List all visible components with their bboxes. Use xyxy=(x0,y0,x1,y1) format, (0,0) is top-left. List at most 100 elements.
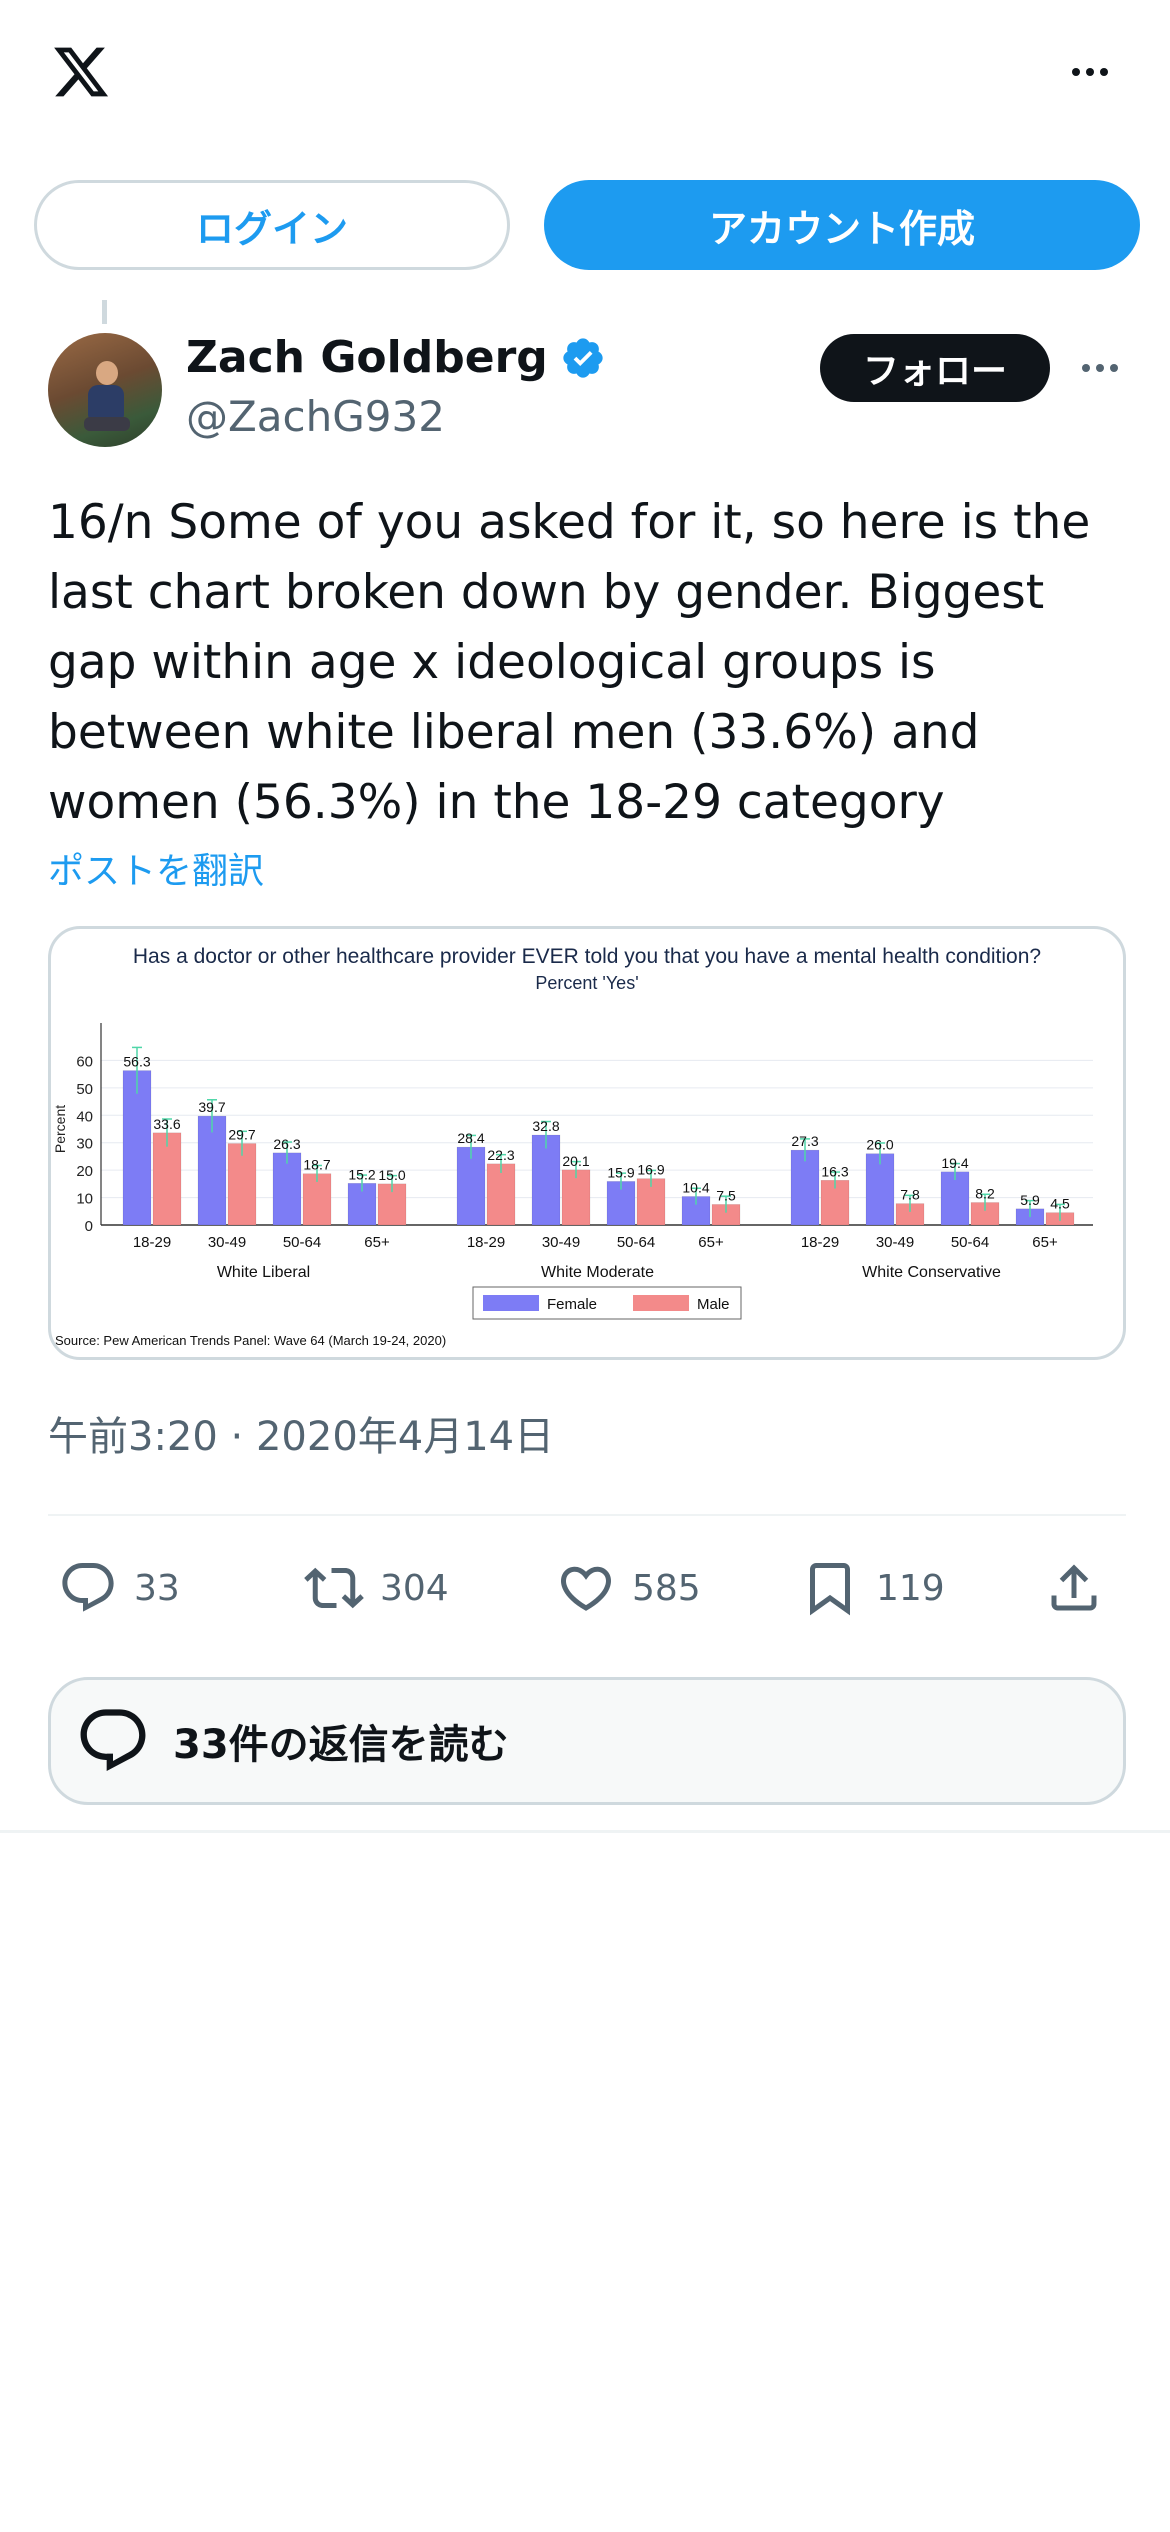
author-name[interactable]: Zach Goldberg xyxy=(186,332,548,383)
legend-swatch xyxy=(483,1295,539,1311)
thread-line xyxy=(102,300,107,324)
bar xyxy=(122,1070,152,1226)
tweet-more-icon[interactable] xyxy=(1076,358,1124,378)
follow-button[interactable]: フォロー xyxy=(820,334,1050,402)
tweet-text-line: between white liberal men (33.6%) and xyxy=(48,705,980,760)
tweet-text-line: 16/n Some of you asked for it, so here i… xyxy=(48,495,1091,550)
more-icon[interactable] xyxy=(1066,60,1114,84)
bookmark-button[interactable]: 119 xyxy=(800,1548,945,1628)
x-tick-label: 30-49 xyxy=(542,1234,580,1251)
chart-subtitle: Percent 'Yes' xyxy=(535,973,638,993)
data-label: 15.9 xyxy=(607,1164,634,1180)
x-tick-label: 65+ xyxy=(1032,1234,1058,1251)
heart-icon xyxy=(560,1566,612,1611)
reply-bubble-icon xyxy=(80,1709,146,1771)
author-handle[interactable]: @ZachG932 xyxy=(186,392,445,441)
author-name-row[interactable]: Zach Goldberg xyxy=(186,332,606,383)
chart-source: Source: Pew American Trends Panel: Wave … xyxy=(55,1333,446,1348)
data-label: 8.2 xyxy=(975,1186,995,1202)
data-label: 19.4 xyxy=(941,1155,968,1171)
x-tick-label: 50-64 xyxy=(951,1234,989,1251)
read-replies-label: 33件の返信を読む xyxy=(173,1722,509,1768)
data-label: 29.7 xyxy=(228,1127,255,1143)
share-icon xyxy=(1051,1564,1097,1611)
y-axis-label: Percent xyxy=(52,1105,68,1153)
x-tick-label: 18-29 xyxy=(467,1234,505,1251)
data-label: 39.7 xyxy=(198,1099,225,1115)
data-label: 5.9 xyxy=(1020,1192,1040,1208)
like-count: 585 xyxy=(632,1567,701,1609)
y-tick-label: 20 xyxy=(76,1163,93,1180)
bar xyxy=(790,1149,820,1226)
x-tick-label: 65+ xyxy=(698,1234,724,1251)
x-tick-label: 50-64 xyxy=(283,1234,321,1251)
bar xyxy=(531,1134,561,1226)
divider xyxy=(48,1514,1126,1516)
data-label: 7.8 xyxy=(900,1187,920,1203)
tweet-media-chart[interactable]: Has a doctor or other healthcare provide… xyxy=(48,926,1126,1360)
data-label: 7.5 xyxy=(716,1187,736,1203)
chart-title: Has a doctor or other healthcare provide… xyxy=(133,945,1041,968)
data-label: 33.6 xyxy=(153,1116,180,1132)
data-label: 4.5 xyxy=(1050,1196,1070,1212)
data-label: 22.3 xyxy=(487,1147,514,1163)
group-label: White Conservative xyxy=(862,1264,1001,1281)
data-label: 56.3 xyxy=(123,1054,150,1070)
share-button[interactable] xyxy=(1044,1548,1104,1628)
legend-label: Male xyxy=(697,1296,730,1313)
x-tick-label: 18-29 xyxy=(133,1234,171,1251)
action-bar: 33 304 585 119 xyxy=(48,1548,1126,1628)
legend-label: Female xyxy=(547,1296,597,1313)
group-label: White Liberal xyxy=(217,1264,310,1281)
bookmark-count: 119 xyxy=(876,1567,945,1609)
repost-icon xyxy=(304,1567,364,1609)
y-tick-label: 0 xyxy=(85,1218,93,1235)
bar xyxy=(561,1169,591,1226)
x-tick-label: 30-49 xyxy=(876,1234,914,1251)
login-button[interactable]: ログイン xyxy=(34,180,510,270)
data-label: 16.3 xyxy=(821,1163,848,1179)
data-label: 18.7 xyxy=(303,1157,330,1173)
tweet-text: 16/n Some of you asked for it, so here i… xyxy=(48,488,1128,838)
reply-count: 33 xyxy=(134,1567,180,1609)
x-tick-label: 30-49 xyxy=(208,1234,246,1251)
data-label: 26.3 xyxy=(273,1136,300,1152)
repost-count: 304 xyxy=(380,1567,449,1609)
y-tick-label: 50 xyxy=(76,1081,93,1098)
bar xyxy=(456,1146,486,1226)
repost-button[interactable]: 304 xyxy=(304,1548,449,1628)
reply-button[interactable]: 33 xyxy=(58,1548,180,1628)
tweet-timestamp[interactable]: 午前3:20 · 2020年4月14日 xyxy=(48,1404,554,1462)
tweet-text-line: gap within age x ideological groups is xyxy=(48,635,936,690)
tweet-text-line: last chart broken down by gender. Bigges… xyxy=(48,565,1045,620)
x-tick-label: 65+ xyxy=(364,1234,390,1251)
verified-badge-icon xyxy=(563,337,603,378)
like-button[interactable]: 585 xyxy=(556,1548,701,1628)
data-label: 15.0 xyxy=(378,1167,405,1183)
y-tick-label: 60 xyxy=(76,1053,93,1070)
bookmark-icon xyxy=(810,1563,850,1616)
divider xyxy=(0,1830,1170,1833)
data-label: 16.9 xyxy=(637,1162,664,1178)
reply-icon xyxy=(62,1563,114,1612)
avatar[interactable] xyxy=(48,333,162,447)
top-bar xyxy=(0,0,1170,150)
data-label: 27.3 xyxy=(791,1133,818,1149)
y-tick-label: 40 xyxy=(76,1108,93,1125)
group-label: White Moderate xyxy=(541,1264,654,1281)
x-tick-label: 50-64 xyxy=(617,1234,655,1251)
x-logo-icon[interactable] xyxy=(48,42,114,102)
data-label: 26.0 xyxy=(866,1137,893,1153)
y-tick-label: 10 xyxy=(76,1191,93,1208)
data-label: 15.2 xyxy=(348,1166,375,1182)
translate-link[interactable]: ポストを翻訳 xyxy=(48,842,264,894)
legend-swatch xyxy=(633,1295,689,1311)
tweet-text-line: women (56.3%) in the 18-29 category xyxy=(48,775,945,830)
data-label: 20.1 xyxy=(562,1153,589,1169)
x-tick-label: 18-29 xyxy=(801,1234,839,1251)
y-tick-label: 30 xyxy=(76,1136,93,1153)
read-replies-button[interactable]: 33件の返信を読む xyxy=(48,1677,1126,1805)
data-label: 10.4 xyxy=(682,1179,709,1195)
signup-button[interactable]: アカウント作成 xyxy=(544,180,1140,270)
bar-chart: Has a doctor or other healthcare provide… xyxy=(52,945,1093,1348)
